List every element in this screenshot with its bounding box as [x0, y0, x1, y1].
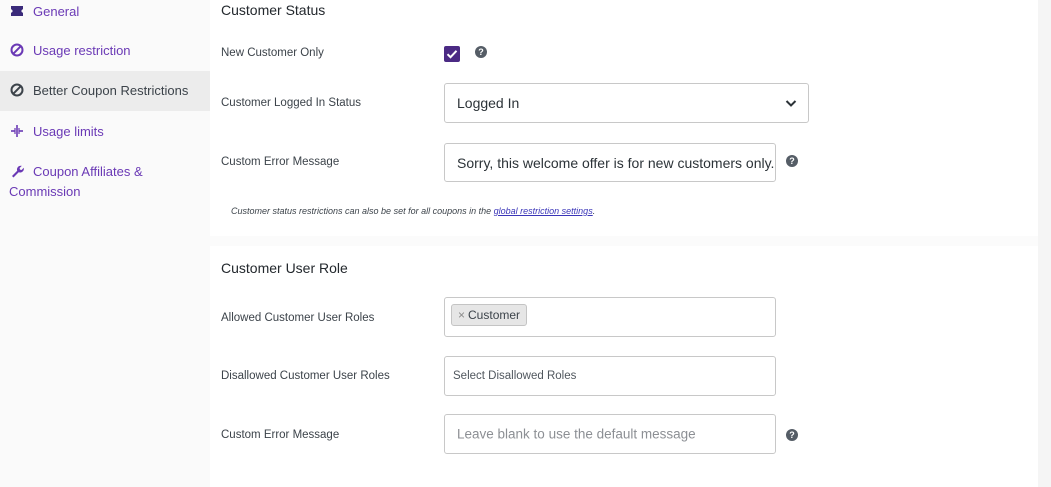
- role-custom-error-input[interactable]: Leave blank to use the default message: [444, 414, 776, 454]
- page-background-strip: [1038, 0, 1051, 487]
- allowed-roles-label: Allowed Customer User Roles: [221, 312, 375, 324]
- new-customer-only-checkbox[interactable]: [444, 46, 460, 62]
- tab-usage-limits[interactable]: Usage limits: [0, 122, 210, 142]
- allowed-roles-multiselect[interactable]: × Customer: [444, 297, 776, 337]
- help-icon[interactable]: ?: [786, 155, 798, 167]
- new-customer-only-label: New Customer Only: [221, 47, 324, 59]
- checkmark-icon: [446, 50, 458, 59]
- remove-tag-icon[interactable]: ×: [458, 308, 465, 322]
- block-icon: [9, 42, 25, 58]
- role-tag-label: Customer: [468, 308, 521, 322]
- tab-coupon-affiliates-label-line1: Coupon Affiliates &: [33, 164, 143, 179]
- logged-in-status-label: Customer Logged In Status: [221, 97, 361, 109]
- global-settings-note: Customer status restrictions can also be…: [231, 206, 595, 216]
- custom-error-message-label: Custom Error Message: [221, 156, 340, 168]
- custom-error-message-value: Sorry, this welcome offer is for new cus…: [457, 154, 775, 171]
- block-icon: [9, 74, 25, 97]
- role-tag: × Customer: [451, 304, 528, 326]
- customer-user-role-title: Customer User Role: [221, 260, 348, 276]
- logged-in-status-select[interactable]: Logged In: [444, 83, 809, 123]
- help-icon[interactable]: ?: [475, 46, 487, 58]
- plus-minus-icon: [9, 123, 25, 139]
- tab-better-coupon-restrictions[interactable]: Better Coupon Restrictions: [0, 71, 210, 111]
- role-custom-error-placeholder: Leave blank to use the default message: [457, 426, 696, 442]
- note-prefix: Customer status restrictions can also be…: [231, 206, 494, 216]
- tab-usage-limits-label: Usage limits: [33, 124, 104, 139]
- customer-status-title: Customer Status: [221, 2, 326, 18]
- better-coupon-restrictions-panel: Customer Status New Customer Only ? Cust…: [210, 0, 1038, 487]
- tab-general[interactable]: General: [0, 2, 210, 22]
- help-icon[interactable]: ?: [786, 429, 798, 441]
- tab-usage-restriction[interactable]: Usage restriction: [0, 41, 210, 61]
- tab-coupon-affiliates-label-line2: Commission: [9, 184, 81, 199]
- coupon-data-tabs: General Usage restriction Better Coupon …: [0, 0, 210, 487]
- tab-better-coupon-restrictions-label: Better Coupon Restrictions: [33, 83, 189, 98]
- custom-error-message-input[interactable]: Sorry, this welcome offer is for new cus…: [444, 143, 776, 182]
- ticket-icon: [9, 3, 25, 19]
- disallowed-roles-multiselect[interactable]: Select Disallowed Roles: [444, 356, 776, 396]
- tab-general-label: General: [33, 4, 80, 19]
- chevron-down-icon: [785, 100, 797, 107]
- disallowed-roles-placeholder: Select Disallowed Roles: [453, 370, 577, 382]
- tab-usage-restriction-label: Usage restriction: [33, 43, 131, 58]
- section-divider: [210, 236, 1038, 246]
- logged-in-status-value: Logged In: [457, 95, 520, 111]
- tab-coupon-affiliates[interactable]: Coupon Affiliates & Commission: [0, 162, 210, 202]
- wrench-icon: [9, 163, 25, 179]
- note-suffix: .: [592, 206, 596, 216]
- disallowed-roles-label: Disallowed Customer User Roles: [221, 370, 390, 382]
- global-restriction-settings-link[interactable]: global restriction settings: [494, 206, 593, 216]
- role-custom-error-label: Custom Error Message: [221, 429, 340, 441]
